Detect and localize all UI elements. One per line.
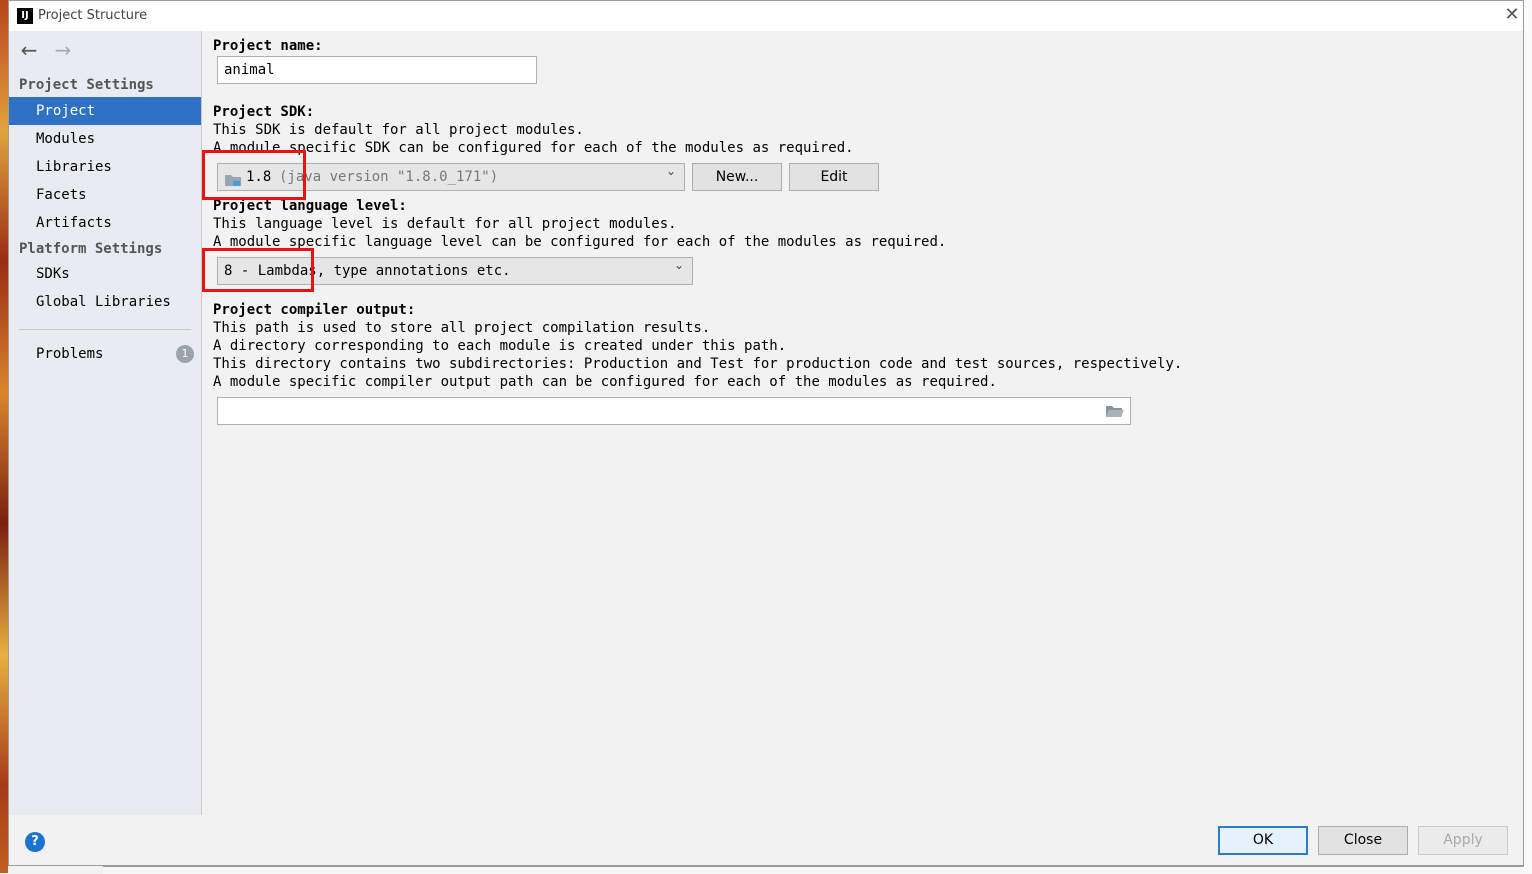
sidebar-item-sdks[interactable]: SDKs — [9, 260, 201, 288]
compiler-output-desc-2: A directory corresponding to each module… — [213, 338, 787, 354]
help-icon[interactable]: ? — [25, 832, 45, 852]
compiler-output-label: Project compiler output: — [213, 302, 416, 318]
sidebar-item-global-libraries[interactable]: Global Libraries — [9, 288, 201, 316]
sdk-version-detail: (java version "1.8.0_171") — [279, 169, 499, 185]
close-icon[interactable]: ✕ — [1501, 4, 1523, 26]
back-arrow-icon[interactable]: ← — [17, 39, 41, 61]
title-bar: IJ Project Structure ✕ — [9, 1, 1523, 31]
close-button[interactable]: Close — [1318, 826, 1408, 855]
desktop-background-right — [1524, 0, 1532, 873]
ok-button[interactable]: OK — [1218, 826, 1308, 855]
chevron-down-icon: ⌄ — [665, 164, 676, 178]
sidebar-divider — [19, 329, 191, 330]
project-sdk-label: Project SDK: — [213, 104, 315, 120]
window-title: Project Structure — [38, 8, 148, 23]
project-settings-panel: Project name: Project SDK: This SDK is d… — [202, 31, 1523, 815]
apply-button[interactable]: Apply — [1418, 826, 1508, 855]
project-structure-dialog: IJ Project Structure ✕ ← → Project Setti… — [8, 0, 1524, 866]
compiler-output-desc-1: This path is used to store all project c… — [213, 320, 711, 336]
platform-settings-header: Platform Settings — [19, 241, 163, 257]
sidebar-item-modules[interactable]: Modules — [9, 125, 201, 153]
language-level-desc-1: This language level is default for all p… — [213, 216, 677, 232]
project-sdk-dropdown[interactable]: 1.8 (java version "1.8.0_171") ⌄ — [217, 163, 685, 191]
language-level-desc-2: A module specific language level can be … — [213, 234, 947, 250]
compiler-output-desc-4: A module specific compiler output path c… — [213, 374, 997, 390]
new-sdk-button[interactable]: New... — [692, 163, 782, 191]
desktop-wallpaper-left — [0, 0, 8, 873]
sidebar-item-facets[interactable]: Facets — [9, 181, 201, 209]
edit-sdk-button[interactable]: Edit — [789, 163, 879, 191]
sidebar-item-problems[interactable]: Problems — [9, 340, 169, 368]
language-level-dropdown[interactable]: 8 - Lambdas, type annotations etc. ⌄ — [217, 257, 693, 285]
intellij-app-icon: IJ — [17, 8, 33, 24]
sidebar-item-project[interactable]: Project — [9, 97, 201, 125]
forward-arrow-icon[interactable]: → — [51, 39, 75, 61]
sidebar-item-artifacts[interactable]: Artifacts — [9, 209, 201, 237]
sidebar: ← → Project Settings Project Modules Lib… — [9, 31, 202, 815]
language-level-label: Project language level: — [213, 198, 407, 214]
sidebar-item-libraries[interactable]: Libraries — [9, 153, 201, 181]
chevron-down-icon: ⌄ — [673, 258, 684, 272]
project-name-label: Project name: — [213, 38, 323, 54]
problems-count-badge: 1 — [176, 345, 194, 363]
language-level-value: 8 - Lambdas, type annotations etc. — [224, 263, 511, 279]
compiler-output-path-input[interactable] — [217, 397, 1131, 425]
compiler-output-desc-3: This directory contains two subdirectori… — [213, 356, 1183, 372]
dialog-footer: ? OK Close Apply — [9, 815, 1523, 865]
project-settings-header: Project Settings — [19, 77, 154, 93]
browse-folder-icon[interactable] — [1105, 404, 1125, 418]
sdk-version: 1.8 — [246, 169, 272, 185]
project-sdk-desc-2: A module specific SDK can be configured … — [213, 140, 854, 156]
folder-icon — [224, 170, 242, 186]
project-name-input[interactable] — [217, 56, 537, 84]
project-sdk-desc-1: This SDK is default for all project modu… — [213, 122, 584, 138]
